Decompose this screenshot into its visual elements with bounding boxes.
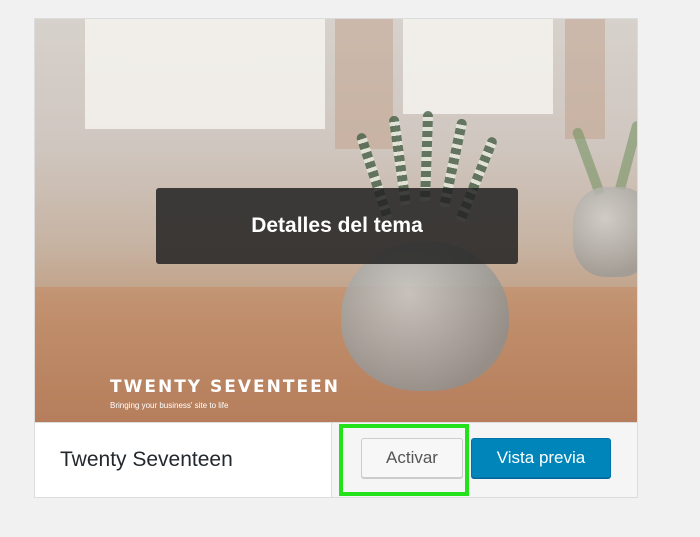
screenshot-pillar	[335, 19, 393, 149]
theme-footer: Twenty Seventeen Activar Vista previa	[35, 422, 637, 497]
screenshot-window	[85, 19, 325, 129]
screenshot-window	[403, 19, 553, 114]
theme-name: Twenty Seventeen	[35, 423, 331, 497]
theme-screenshot[interactable]: TWENTY SEVENTEEN Bringing your business'…	[35, 19, 637, 422]
theme-actions: Activar Vista previa	[331, 423, 637, 497]
theme-tagline: Bringing your business' site to life	[110, 401, 229, 410]
plant-pot	[573, 187, 637, 277]
theme-card[interactable]: TWENTY SEVENTEEN Bringing your business'…	[34, 18, 638, 498]
live-preview-button[interactable]: Vista previa	[471, 438, 611, 478]
theme-wordmark: TWENTY SEVENTEEN	[110, 377, 340, 397]
activate-button[interactable]: Activar	[361, 438, 463, 478]
screenshot-pillar	[565, 19, 605, 139]
theme-name-label: Twenty Seventeen	[60, 448, 233, 471]
plant-leaf	[615, 120, 637, 191]
theme-details-button[interactable]: Detalles del tema	[156, 188, 518, 264]
